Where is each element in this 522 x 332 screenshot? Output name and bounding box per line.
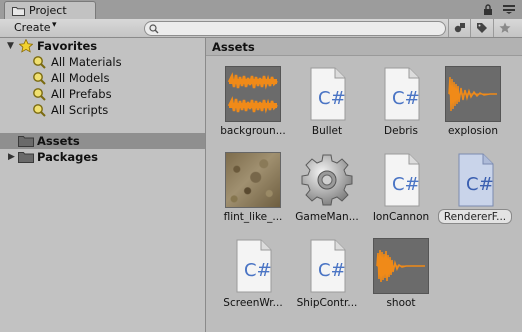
csharp-script-icon: C# bbox=[299, 238, 355, 294]
foldout-open-icon[interactable]: ▼ bbox=[7, 41, 14, 51]
script-glyph: C# bbox=[392, 88, 420, 109]
window-tab-strip: Project bbox=[0, 0, 522, 19]
search-filter-icon bbox=[32, 103, 46, 120]
asset-item[interactable]: shoot bbox=[364, 238, 438, 318]
favorites-label: Favorites bbox=[37, 39, 98, 53]
folder-icon bbox=[18, 151, 34, 166]
asset-label: Debris bbox=[384, 125, 418, 137]
csharp-script-icon: C# bbox=[447, 152, 503, 208]
script-glyph: C# bbox=[466, 174, 494, 195]
asset-item[interactable]: GameMan... bbox=[290, 152, 364, 232]
csharp-script-icon: C# bbox=[225, 238, 281, 294]
script-glyph: C# bbox=[318, 88, 346, 109]
asset-item[interactable]: C# ScreenWr... bbox=[216, 238, 290, 318]
favorites-row[interactable]: ▼ Favorites bbox=[0, 38, 205, 54]
chevron-down-icon: ▾ bbox=[52, 20, 57, 30]
gear-icon bbox=[299, 152, 355, 208]
asset-item[interactable]: C# IonCannon bbox=[364, 152, 438, 232]
search-input[interactable] bbox=[161, 22, 441, 35]
project-tab[interactable]: Project bbox=[4, 1, 96, 19]
favorite-item-label: All Materials bbox=[51, 55, 122, 69]
create-label: Create bbox=[14, 21, 51, 34]
texture-icon bbox=[225, 152, 281, 208]
search-by-type-button[interactable] bbox=[448, 19, 470, 37]
asset-item-selected[interactable]: C# RendererF... bbox=[438, 152, 512, 232]
asset-label: IonCannon bbox=[372, 211, 430, 223]
audio-icon bbox=[373, 238, 429, 294]
script-glyph: C# bbox=[392, 174, 420, 195]
asset-label: ShipContr... bbox=[296, 297, 358, 309]
asset-label: GameMan... bbox=[295, 211, 359, 223]
search-icon bbox=[149, 24, 159, 37]
favorite-item-label: All Scripts bbox=[51, 103, 109, 117]
favorite-item[interactable]: All Scripts bbox=[0, 102, 205, 118]
asset-item[interactable]: C# ShipContr... bbox=[290, 238, 364, 318]
csharp-script-icon: C# bbox=[373, 66, 429, 122]
tag-icon bbox=[477, 23, 487, 33]
tree-item-label: Packages bbox=[37, 150, 98, 164]
tree-item-packages[interactable]: ▶ Packages bbox=[0, 149, 205, 165]
breadcrumb: Assets bbox=[206, 38, 522, 56]
favorite-search-button[interactable] bbox=[493, 19, 515, 37]
create-dropdown-button[interactable]: Create ▾ bbox=[8, 20, 62, 36]
project-tab-label: Project bbox=[29, 4, 67, 17]
folder-tree-panel: ▼ Favorites All Materials All Models All… bbox=[0, 38, 206, 332]
asset-item[interactable]: backgroun... bbox=[216, 66, 290, 146]
csharp-script-icon: C# bbox=[299, 66, 355, 122]
type-filter-icon bbox=[454, 23, 465, 33]
favorite-item-label: All Models bbox=[51, 71, 110, 85]
asset-label: shoot bbox=[386, 297, 416, 309]
favorite-item[interactable]: All Materials bbox=[0, 54, 205, 70]
audio-icon bbox=[225, 66, 281, 122]
foldout-closed-icon[interactable]: ▶ bbox=[8, 152, 15, 162]
asset-label: Bullet bbox=[311, 125, 343, 137]
folder-icon bbox=[18, 135, 34, 150]
folder-icon bbox=[12, 6, 25, 19]
search-field[interactable] bbox=[144, 21, 446, 36]
script-glyph: C# bbox=[318, 260, 346, 281]
asset-item[interactable]: C# Bullet bbox=[290, 66, 364, 146]
script-glyph: C# bbox=[244, 260, 272, 281]
audio-icon bbox=[445, 66, 501, 122]
asset-label: flint_like_... bbox=[223, 211, 283, 223]
asset-item[interactable]: C# Debris bbox=[364, 66, 438, 146]
favorite-item-label: All Prefabs bbox=[51, 87, 112, 101]
asset-label: ScreenWr... bbox=[223, 297, 283, 309]
favorite-item[interactable]: All Models bbox=[0, 70, 205, 86]
asset-label: backgroun... bbox=[220, 125, 286, 137]
search-by-label-button[interactable] bbox=[470, 19, 492, 37]
asset-item[interactable]: flint_like_... bbox=[216, 152, 290, 232]
tree-item-label: Assets bbox=[37, 134, 80, 148]
asset-label: RendererF... bbox=[438, 209, 512, 224]
favorite-item[interactable]: All Prefabs bbox=[0, 86, 205, 102]
breadcrumb-assets[interactable]: Assets bbox=[212, 40, 255, 54]
tree-item-assets[interactable]: Assets bbox=[0, 133, 205, 149]
project-toolbar: Create ▾ bbox=[0, 19, 522, 38]
asset-label: explosion bbox=[448, 125, 498, 137]
window-menu-icon[interactable] bbox=[503, 4, 515, 17]
lock-icon[interactable] bbox=[483, 4, 493, 18]
asset-grid-panel: Assets backgroun... C# Bullet C# Debris bbox=[206, 38, 522, 332]
csharp-script-icon: C# bbox=[373, 152, 429, 208]
star-icon bbox=[499, 22, 511, 33]
asset-item[interactable]: explosion bbox=[436, 66, 510, 146]
